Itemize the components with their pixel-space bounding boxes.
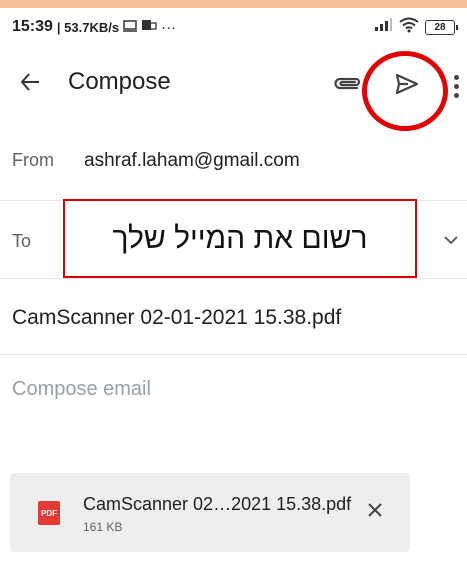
more-vert-icon: [453, 74, 459, 80]
attachment-chip[interactable]: PDF CamScanner 02…2021 15.38.pdf 161 KB: [10, 473, 410, 552]
from-label: From: [12, 150, 54, 170]
send-icon: [394, 72, 420, 101]
to-input[interactable]: [84, 215, 414, 263]
status-speed: | 53.7KB/s: [56, 19, 120, 35]
paperclip-icon: [331, 74, 363, 99]
top-strip: [0, 0, 467, 8]
more-options-button[interactable]: [446, 68, 466, 104]
arrow-left-icon: [19, 71, 41, 98]
attachment-name: CamScanner 02…2021 15.38.pdf: [83, 494, 352, 514]
remove-attachment-button[interactable]: [360, 497, 390, 527]
compose-body-input[interactable]: Compose email: [12, 378, 452, 418]
from-value[interactable]: ashraf.laham@gmail.com: [84, 150, 300, 172]
notification-icon: [141, 18, 157, 36]
screen-icon: [123, 19, 138, 36]
status-right: 28: [373, 17, 458, 37]
app-bar: Compose: [0, 46, 467, 131]
from-row: From ashraf.laham@gmail.com: [0, 124, 467, 201]
wifi-icon: [399, 17, 419, 37]
status-bar: 15:39 | 53.7KB/s ··· 28: [0, 8, 467, 46]
status-left: 15:39 | 53.7KB/s ···: [12, 18, 176, 36]
page-title: Compose: [68, 68, 171, 95]
more-notifications-indicator: ···: [161, 18, 177, 36]
battery-icon: 28: [425, 19, 458, 35]
to-row: To רשום את המייל שלך: [0, 199, 467, 279]
status-time: 15:39: [12, 18, 53, 35]
close-icon: [366, 501, 384, 524]
expand-recipients-button[interactable]: [437, 229, 465, 253]
subject-row: CamScanner 02-01-2021 15.38.pdf: [0, 279, 467, 355]
to-label: To: [12, 231, 32, 251]
signal-icon: [373, 18, 393, 36]
pdf-icon: PDF: [38, 501, 60, 525]
chevron-down-icon: [443, 232, 459, 250]
send-button[interactable]: [387, 66, 427, 106]
subject-input[interactable]: CamScanner 02-01-2021 15.38.pdf: [12, 306, 341, 330]
more-vert-icon-dot: [453, 83, 459, 89]
attach-button[interactable]: [327, 68, 367, 104]
back-button[interactable]: [12, 66, 48, 102]
more-vert-icon-dot: [453, 92, 459, 98]
attachment-size: 161 KB: [83, 520, 123, 534]
